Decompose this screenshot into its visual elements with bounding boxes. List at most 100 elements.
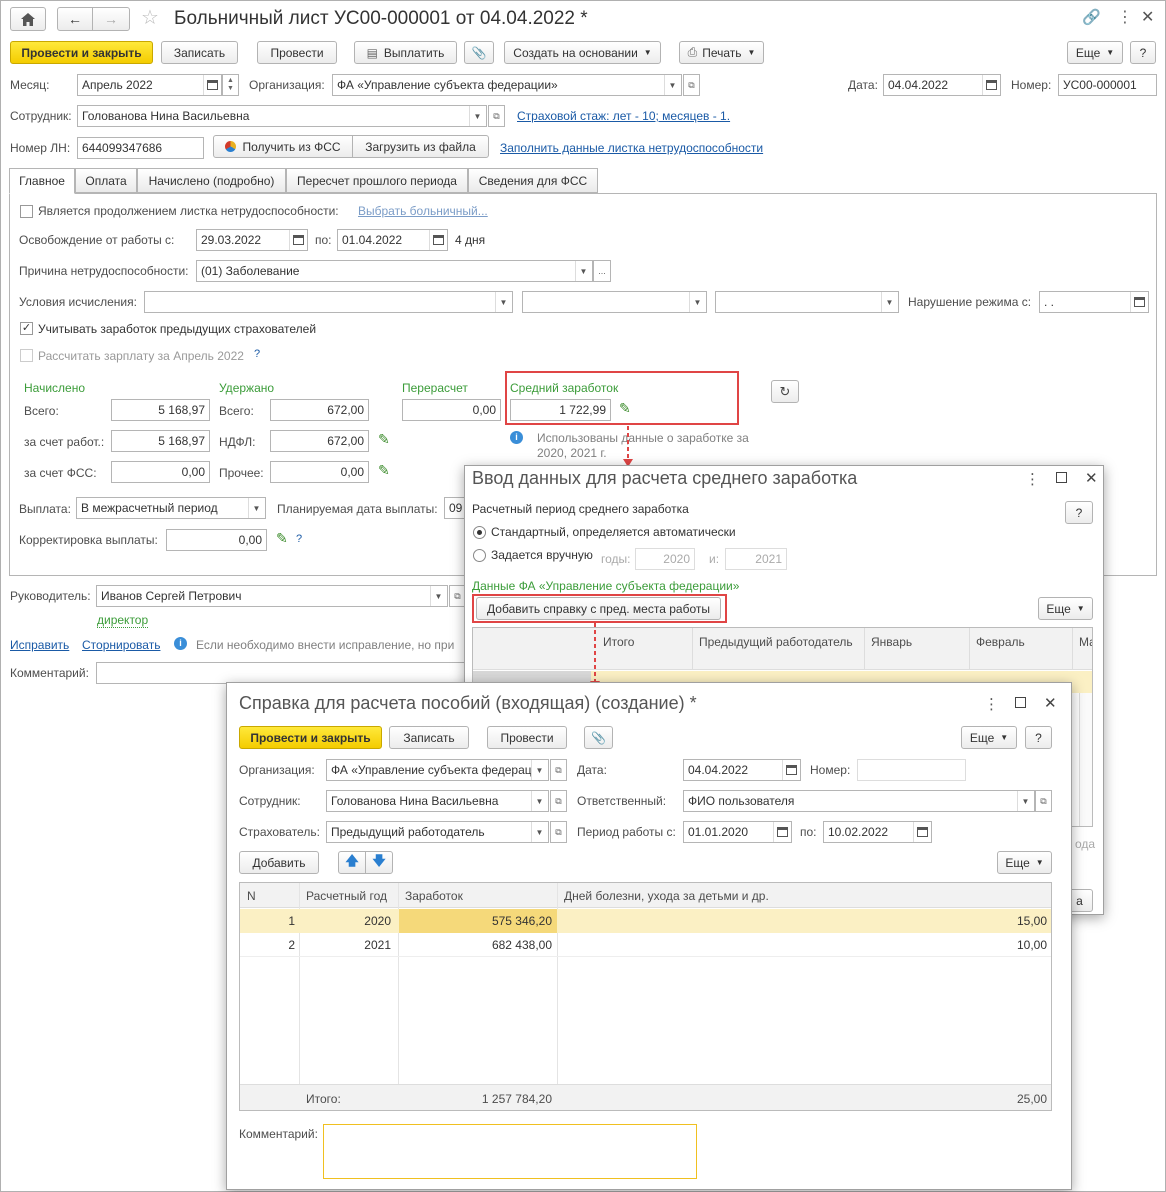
cert-save-button[interactable]: Записать — [389, 726, 469, 749]
cert-attach-button[interactable]: 📎 — [584, 726, 613, 749]
print-button[interactable]: ⎙ Печать ▼ — [679, 41, 764, 64]
condition-dropdown-3[interactable]: ▼ — [881, 292, 897, 312]
number-field[interactable]: УС00-000001 — [1058, 74, 1157, 96]
ln-number-field[interactable]: 644099347686 — [77, 137, 204, 159]
manager-role-link[interactable]: директор — [97, 613, 149, 628]
fix-link[interactable]: Исправить — [10, 638, 69, 652]
cert-employee-open-button[interactable]: ⧉ — [550, 790, 567, 812]
maximize-icon[interactable] — [1056, 472, 1067, 483]
more-vert-icon[interactable]: ⋮ — [1117, 7, 1133, 27]
post-button[interactable]: Провести — [257, 41, 337, 64]
avg-earnings-field[interactable]: 1 722,99 — [510, 399, 611, 421]
cert-number-field[interactable] — [857, 759, 966, 781]
close-icon[interactable]: ✕ — [1044, 694, 1057, 712]
calc-salary-checkbox[interactable] — [20, 349, 33, 362]
table-row[interactable]: 2 2021 682 438,00 10,00 — [240, 933, 1051, 957]
tab-payment[interactable]: Оплата — [75, 168, 137, 193]
help-button[interactable]: ? — [1130, 41, 1156, 64]
cert-employee-field[interactable]: Голованова Нина Васильевна — [326, 790, 549, 812]
cert-responsible-open-button[interactable]: ⧉ — [1035, 790, 1052, 812]
month-spinner[interactable]: ▲ ▼ — [222, 74, 239, 96]
cert-post-button[interactable]: Провести — [487, 726, 567, 749]
table-row[interactable]: 1 2020 575 346,20 15,00 — [240, 909, 1051, 933]
close-icon[interactable]: ✕ — [1141, 7, 1154, 27]
ndfl-edit-icon[interactable]: ✎ — [378, 431, 390, 448]
accrued-employer-field[interactable]: 5 168,97 — [111, 430, 210, 452]
condition-dropdown-1[interactable]: ▼ — [495, 292, 511, 312]
avg-help-button[interactable]: ? — [1065, 501, 1093, 524]
home-button[interactable] — [10, 7, 46, 31]
comment-field[interactable] — [96, 662, 476, 684]
cert-responsible-field[interactable]: ФИО пользователя — [683, 790, 1035, 812]
insurance-experience-link[interactable]: Страховой стаж: лет - 10; месяцев - 1. — [517, 109, 730, 123]
more-vert-icon[interactable]: ⋮ — [984, 695, 999, 713]
load-from-file-button[interactable]: Загрузить из файла — [352, 135, 489, 158]
move-up-button[interactable]: 🡅 — [338, 851, 366, 874]
cert-date-calendar[interactable] — [782, 760, 800, 780]
employee-field[interactable]: Голованова Нина Васильевна — [77, 105, 487, 127]
post-and-close-button[interactable]: Провести и закрыть — [10, 41, 153, 64]
month-calendar-button[interactable] — [203, 75, 221, 95]
avg-more-button[interactable]: Еще ▼ — [1038, 597, 1093, 620]
cert-table-more-button[interactable]: Еще ▼ — [997, 851, 1052, 874]
other-field[interactable]: 0,00 — [270, 461, 369, 483]
reason-field[interactable]: (01) Заболевание — [196, 260, 593, 282]
cert-insurer-dropdown[interactable]: ▼ — [531, 822, 547, 842]
ndfl-field[interactable]: 672,00 — [270, 430, 369, 452]
cert-org-open-button[interactable]: ⧉ — [550, 759, 567, 781]
avg-earnings-edit-icon[interactable]: ✎ — [619, 400, 631, 417]
cert-period-from-calendar[interactable] — [773, 822, 791, 842]
pay-button[interactable]: ▤ Выплатить — [354, 41, 457, 64]
org-field[interactable]: ФА «Управление субъекта федерации» — [332, 74, 682, 96]
calc-salary-help[interactable]: ? — [254, 348, 260, 360]
accrued-fss-field[interactable]: 0,00 — [111, 461, 210, 483]
forward-button[interactable]: → — [92, 7, 130, 31]
cert-insurer-open-button[interactable]: ⧉ — [550, 821, 567, 843]
payout-field[interactable]: В межрасчетный период — [76, 497, 266, 519]
condition-field-2[interactable] — [522, 291, 707, 313]
tab-accrued-detail[interactable]: Начислено (подробно) — [137, 168, 286, 193]
correction-help[interactable]: ? — [296, 533, 302, 545]
star-icon[interactable]: ☆ — [141, 5, 159, 30]
condition-dropdown-2[interactable]: ▼ — [689, 292, 705, 312]
maximize-icon[interactable] — [1015, 697, 1026, 708]
cert-employee-dropdown[interactable]: ▼ — [531, 791, 547, 811]
choose-sick-leave-link[interactable]: Выбрать больничный... — [358, 204, 488, 218]
cert-help-button[interactable]: ? — [1025, 726, 1052, 749]
move-down-button[interactable]: 🡇 — [365, 851, 393, 874]
more-button[interactable]: Еще ▼ — [1067, 41, 1123, 64]
other-edit-icon[interactable]: ✎ — [378, 462, 390, 479]
recalc-field[interactable]: 0,00 — [402, 399, 501, 421]
cert-period-to-calendar[interactable] — [913, 822, 931, 842]
tab-recalc[interactable]: Пересчет прошлого периода — [286, 168, 468, 193]
withheld-total-field[interactable]: 672,00 — [270, 399, 369, 421]
cert-add-button[interactable]: Добавить — [239, 851, 319, 874]
manager-dropdown[interactable]: ▼ — [430, 586, 446, 606]
cert-org-dropdown[interactable]: ▼ — [531, 760, 547, 780]
org-open-button[interactable]: ⧉ — [683, 74, 700, 96]
year2-field[interactable]: 2021 — [725, 548, 787, 570]
violation-calendar[interactable] — [1130, 292, 1148, 312]
reason-select-button[interactable]: ... — [593, 260, 611, 282]
tab-main[interactable]: Главное — [9, 168, 75, 194]
cert-comment-field[interactable] — [323, 1124, 697, 1179]
tab-fss[interactable]: Сведения для ФСС — [468, 168, 598, 193]
month-field[interactable]: Апрель 2022 — [77, 74, 222, 96]
create-based-button[interactable]: Создать на основании ▼ — [504, 41, 661, 64]
back-button[interactable]: ← — [57, 7, 93, 31]
date-calendar-button[interactable] — [982, 75, 1000, 95]
avg-grid-scrollbar[interactable] — [1079, 693, 1092, 826]
cert-org-field[interactable]: ФА «Управление субъекта федерац — [326, 759, 549, 781]
manager-field[interactable]: Иванов Сергей Петрович — [96, 585, 448, 607]
radio-manual[interactable] — [473, 549, 486, 562]
accrued-total-field[interactable]: 5 168,97 — [111, 399, 210, 421]
radio-auto[interactable] — [473, 526, 486, 539]
release-from-calendar[interactable] — [289, 230, 307, 250]
save-button[interactable]: Записать — [161, 41, 238, 64]
refresh-button[interactable]: ↻ — [771, 380, 799, 403]
cert-responsible-dropdown[interactable]: ▼ — [1017, 791, 1033, 811]
payout-dropdown[interactable]: ▼ — [248, 498, 264, 518]
consider-prev-checkbox[interactable]: ✓ — [20, 322, 33, 335]
cert-insurer-field[interactable]: Предыдущий работодатель — [326, 821, 549, 843]
correction-field[interactable]: 0,00 — [166, 529, 267, 551]
